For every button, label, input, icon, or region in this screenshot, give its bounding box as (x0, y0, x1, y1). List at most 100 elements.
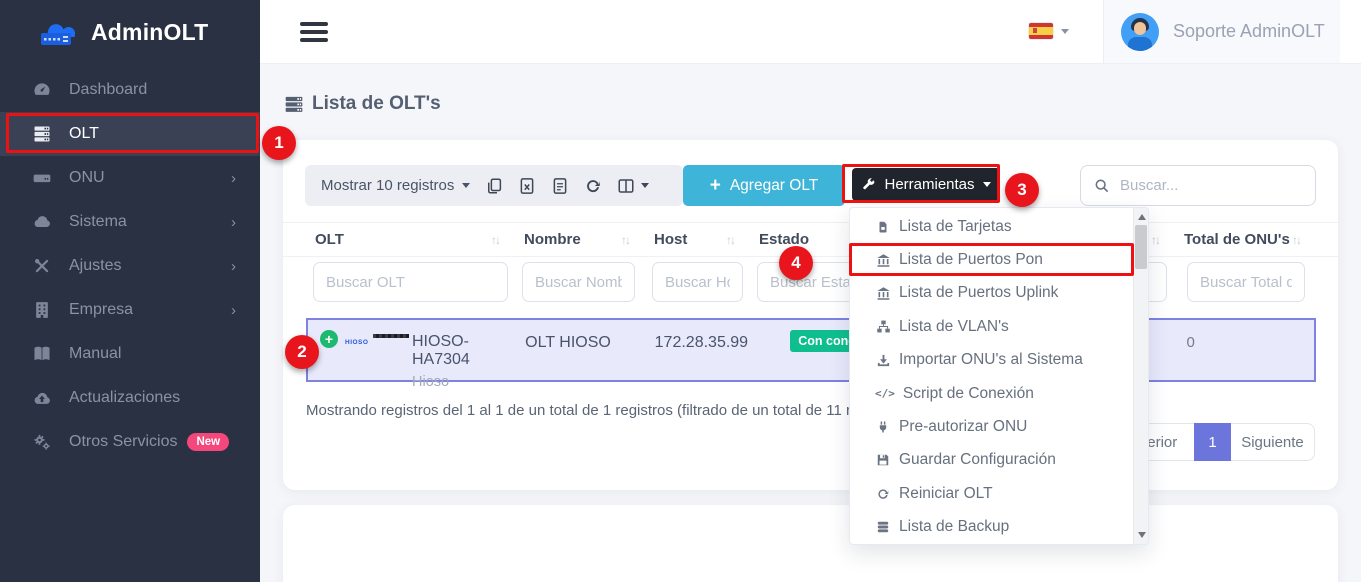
menu-item-lista-de-puertos-uplink[interactable]: Lista de Puertos Uplink (850, 277, 1148, 310)
filter-nombre-input[interactable] (522, 262, 635, 302)
sidebar-item-olt[interactable]: OLT (0, 112, 260, 156)
user-menu[interactable]: Soporte AdminOLT (1103, 0, 1340, 63)
menu-item-importar-onus[interactable]: Importar ONU's al Sistema (850, 344, 1148, 377)
column-header-host[interactable]: Host (654, 231, 687, 248)
book-icon (32, 344, 52, 364)
sidebar-item-sistema[interactable]: Sistema › (0, 200, 260, 244)
building-icon (32, 300, 52, 320)
chevron-right-icon: › (231, 214, 236, 231)
sidebar-item-onu[interactable]: ONU › (0, 156, 260, 200)
column-visibility-dropdown[interactable] (617, 177, 649, 195)
table-row[interactable]: + HIOSO HIOSO-HA7304 Hioso OLT HIOSO 172… (306, 318, 1316, 382)
scroll-down-icon[interactable] (1138, 532, 1146, 538)
cell-nombre: OLT HIOSO (525, 334, 611, 352)
import-icon (875, 352, 891, 368)
column-header-total-onus[interactable]: Total de ONU's (1184, 231, 1290, 248)
ports-icon (875, 285, 891, 301)
pagination-next-button[interactable]: Siguiente (1231, 423, 1315, 461)
sort-icon[interactable]: ↑↓ (1151, 233, 1159, 247)
menu-item-pre-autorizar-onu[interactable]: Pre-autorizar ONU (850, 410, 1148, 443)
content-area: Lista de OLT's Mostrar 10 registros + (260, 64, 1361, 582)
annotation-step-3: 3 (1005, 173, 1039, 207)
search-input[interactable] (1120, 177, 1302, 194)
sidebar-toggle-button[interactable] (300, 22, 328, 46)
ports-icon (875, 252, 891, 268)
column-header-estado[interactable]: Estado (759, 231, 809, 248)
sidebar-nav: Dashboard OLT ONU › Sistema › Ajustes › (0, 68, 260, 464)
table-info-text: Mostrando registros del 1 al 1 de un tot… (306, 402, 909, 419)
chevron-right-icon: › (231, 258, 236, 275)
sort-icon[interactable]: ↑↓ (621, 233, 629, 247)
network-icon (875, 319, 891, 335)
wrench-icon (861, 177, 876, 192)
sidebar-item-empresa[interactable]: Empresa › (0, 288, 260, 332)
column-header-nombre[interactable]: Nombre (524, 231, 581, 248)
sidebar-item-otros-servicios[interactable]: Otros Servicios New (0, 420, 260, 464)
menu-item-reiniciar-olt[interactable]: Reiniciar OLT (850, 477, 1148, 510)
language-selector[interactable] (1029, 23, 1069, 39)
search-icon (1094, 178, 1110, 194)
export-excel-button[interactable] (518, 177, 536, 195)
sidebar-item-label: Ajustes (69, 257, 121, 275)
sidebar-item-label: Sistema (69, 213, 127, 231)
code-icon: </> (875, 386, 895, 402)
sidebar-item-ajustes[interactable]: Ajustes › (0, 244, 260, 288)
tools-dropdown-menu: Lista de Tarjetas Lista de Puertos Pon L… (849, 207, 1149, 545)
secondary-card (283, 505, 1338, 582)
sidebar-item-manual[interactable]: Manual (0, 332, 260, 376)
app-screen: AdminOLT Dashboard OLT ONU › Sistema › (0, 0, 1361, 582)
filter-total-input[interactable] (1187, 262, 1305, 302)
tools-dropdown-button[interactable]: Herramientas (852, 168, 1000, 201)
user-name: Soporte AdminOLT (1173, 21, 1325, 42)
cloud-icon (32, 212, 52, 232)
copy-button[interactable] (485, 177, 503, 195)
menu-item-lista-de-vlans[interactable]: Lista de VLAN's (850, 310, 1148, 343)
plug-icon (875, 419, 891, 435)
menu-item-lista-de-tarjetas[interactable]: Lista de Tarjetas (850, 210, 1148, 243)
sort-icon[interactable]: ↑↓ (726, 233, 734, 247)
new-badge: New (187, 433, 229, 451)
gears-icon (32, 432, 52, 452)
sort-icon[interactable]: ↑↓ (491, 233, 499, 247)
device-icon (32, 168, 52, 188)
sidebar-item-label: Manual (69, 345, 121, 363)
sim-card-icon (875, 219, 891, 235)
sidebar-item-label: Otros Servicios (69, 433, 177, 451)
server-icon (32, 124, 52, 144)
columns-icon (617, 177, 635, 195)
pagination-page-1[interactable]: 1 (1194, 423, 1231, 461)
scrollbar-thumb[interactable] (1135, 225, 1147, 269)
menu-item-guardar-configuracion[interactable]: Guardar Configuración (850, 444, 1148, 477)
menu-item-lista-de-puertos-pon[interactable]: Lista de Puertos Pon (850, 243, 1148, 276)
export-file-button[interactable] (551, 177, 569, 195)
chevron-right-icon: › (231, 170, 236, 187)
menu-item-script-de-conexion[interactable]: </> Script de Conexión (850, 377, 1148, 410)
sidebar-item-actualizaciones[interactable]: Actualizaciones (0, 376, 260, 420)
show-records-dropdown[interactable]: Mostrar 10 registros (321, 177, 470, 194)
chevron-down-icon (641, 183, 649, 188)
expand-row-button[interactable]: + (320, 330, 338, 348)
annotation-step-4: 4 (779, 246, 813, 280)
add-olt-button[interactable]: + Agregar OLT (683, 165, 845, 206)
topbar: Soporte AdminOLT (260, 0, 1361, 64)
filter-olt-input[interactable] (313, 262, 508, 302)
scroll-up-icon[interactable] (1138, 214, 1146, 220)
filter-host-input[interactable] (652, 262, 743, 302)
avatar (1121, 13, 1159, 51)
sidebar-item-label: Dashboard (69, 81, 147, 99)
sidebar: AdminOLT Dashboard OLT ONU › Sistema › (0, 0, 260, 582)
table-header-row: OLT ↑↓ Nombre ↑↓ Host ↑↓ Estado ↑↓ ↑↓ Total … (283, 222, 1338, 257)
sidebar-item-dashboard[interactable]: Dashboard (0, 68, 260, 112)
server-icon (284, 94, 304, 114)
dropdown-scrollbar[interactable] (1133, 208, 1148, 544)
olt-list-card: Mostrar 10 registros + Agregar OLT Herra… (283, 140, 1338, 490)
tools-icon (32, 256, 52, 276)
sort-icon[interactable]: ↑↓ (1292, 233, 1300, 247)
sidebar-item-label: Actualizaciones (69, 389, 180, 407)
column-header-olt[interactable]: OLT (315, 231, 344, 248)
refresh-button[interactable] (584, 177, 602, 195)
brand-logo[interactable]: AdminOLT (0, 0, 260, 64)
chevron-down-icon (462, 183, 470, 188)
menu-item-lista-de-backup[interactable]: Lista de Backup (850, 511, 1148, 544)
sidebar-item-label: OLT (69, 125, 99, 143)
